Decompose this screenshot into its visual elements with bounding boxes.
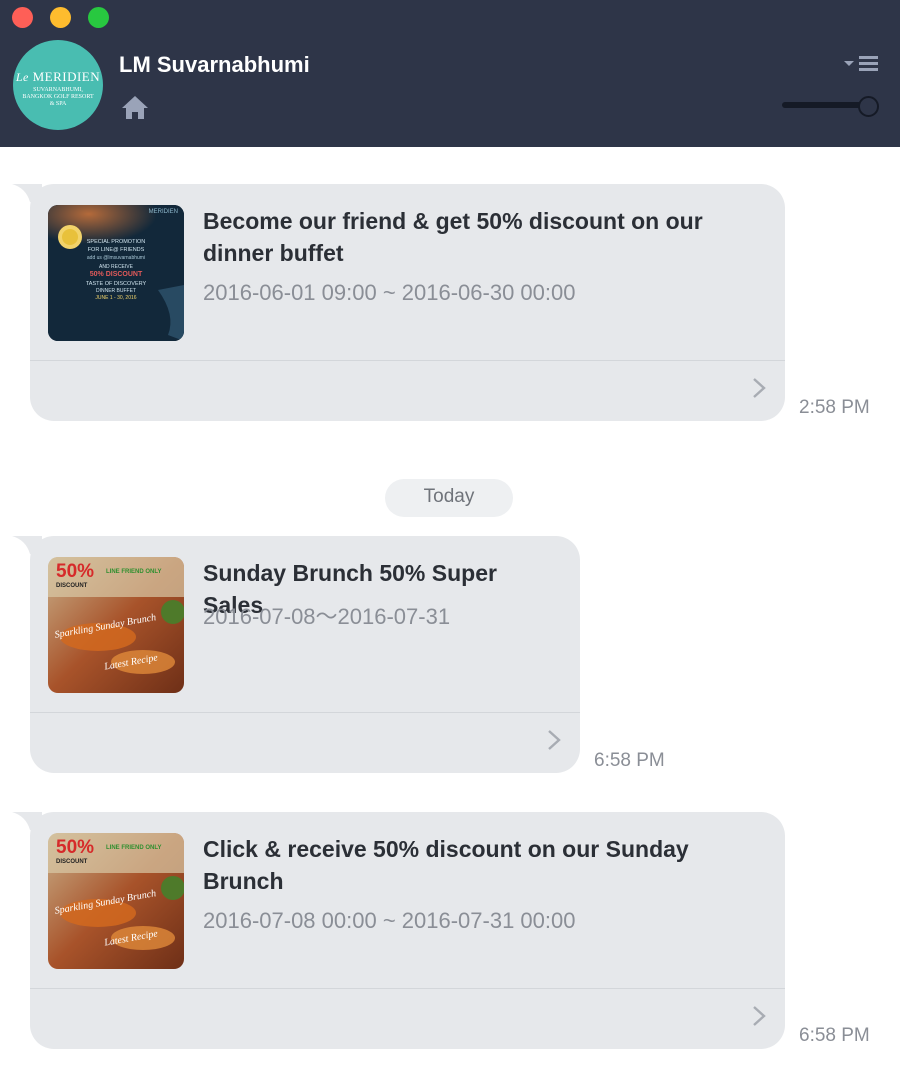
card-date-range: 2016-07-08 00:00 ~ 2016-07-31 00:00 (203, 908, 576, 933)
promo-thumbnail[interactable]: 50% DISCOUNT LINE FRIEND ONLY Sparkling … (48, 833, 184, 969)
chevron-right-icon (548, 730, 561, 750)
date-separator: Today (385, 479, 513, 517)
promo-card[interactable]: 50% DISCOUNT LINE FRIEND ONLY Sparkling … (30, 536, 580, 773)
promo-card[interactable]: MERIDIEN SPECIAL PROMOTION FOR LINE@ FRI… (30, 184, 785, 421)
card-title: Become our friend & get 50% discount on … (203, 208, 703, 266)
avatar[interactable]: Le MERIDIEN SUVARNABHUMI, BANGKOK GOLF R… (13, 40, 103, 130)
avatar-subtitle: SUVARNABHUMI, BANGKOK GOLF RESORT & SPA (22, 87, 94, 107)
promo-thumbnail[interactable]: 50% DISCOUNT LINE FRIEND ONLY Sparkling … (48, 557, 184, 693)
slider-knob[interactable] (858, 96, 879, 117)
home-button[interactable] (120, 94, 150, 120)
slider-track (782, 102, 862, 108)
card-title: Click & receive 50% discount on our Sund… (203, 836, 689, 894)
card-divider (30, 712, 580, 713)
promo-thumbnail[interactable]: MERIDIEN SPECIAL PROMOTION FOR LINE@ FRI… (48, 205, 184, 341)
card-divider (30, 360, 785, 361)
chat-title: LM Suvarnabhumi (119, 52, 310, 77)
card-open-button[interactable] (751, 376, 767, 400)
message-time: 6:58 PM (594, 750, 665, 771)
zoom-slider[interactable] (782, 96, 880, 117)
card-divider (30, 988, 785, 989)
menu-button[interactable] (843, 56, 879, 72)
card-date-range: 2016-07-08～2016-07-31 (203, 604, 451, 629)
maximize-window-button[interactable] (88, 7, 109, 28)
message-time: 6:58 PM (799, 1025, 870, 1046)
chat-header: Le MERIDIEN SUVARNABHUMI, BANGKOK GOLF R… (0, 0, 900, 147)
home-icon (122, 96, 148, 119)
minimize-window-button[interactable] (50, 7, 71, 28)
menu-icon (844, 56, 878, 71)
card-open-button[interactable] (751, 1004, 767, 1028)
card-date-range: 2016-06-01 09:00 ~ 2016-06-30 00:00 (203, 280, 576, 305)
promo-card[interactable]: 50% DISCOUNT LINE FRIEND ONLY Sparkling … (30, 812, 785, 1049)
close-window-button[interactable] (12, 7, 33, 28)
chevron-right-icon (753, 1006, 766, 1026)
card-open-button[interactable] (546, 728, 562, 752)
message-time: 2:58 PM (799, 397, 870, 418)
chat-area: MERIDIEN SPECIAL PROMOTION FOR LINE@ FRI… (0, 147, 900, 1086)
chevron-right-icon (753, 378, 766, 398)
avatar-logo-text: Le MERIDIEN (15, 69, 101, 84)
